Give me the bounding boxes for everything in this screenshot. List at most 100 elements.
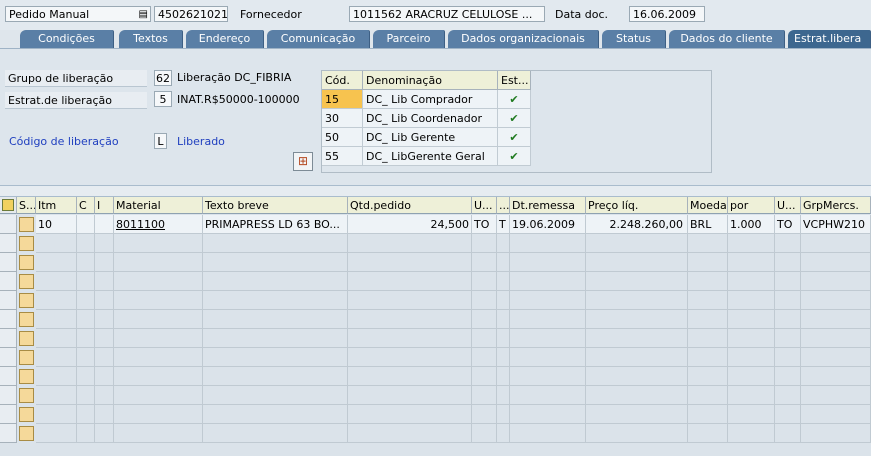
row-checkbox[interactable]: [19, 369, 34, 384]
release-strategy-code[interactable]: 5: [154, 91, 172, 107]
row-checkbox[interactable]: [19, 426, 34, 441]
row-checkbox[interactable]: [19, 312, 34, 327]
empty-cell[interactable]: [348, 348, 472, 367]
empty-cell[interactable]: [348, 424, 472, 443]
empty-cell[interactable]: [114, 424, 203, 443]
empty-cell[interactable]: [203, 310, 348, 329]
empty-cell[interactable]: [95, 386, 114, 405]
empty-cell[interactable]: [775, 253, 801, 272]
empty-cell[interactable]: [586, 234, 688, 253]
empty-cell[interactable]: [728, 310, 775, 329]
status-check-icon[interactable]: ✔: [498, 90, 531, 109]
empty-cell[interactable]: [36, 253, 77, 272]
empty-cell[interactable]: [77, 367, 95, 386]
empty-cell[interactable]: [586, 424, 688, 443]
empty-cell[interactable]: [95, 253, 114, 272]
row-checkbox[interactable]: [19, 388, 34, 403]
row-selector[interactable]: [0, 291, 17, 310]
empty-cell[interactable]: [36, 310, 77, 329]
empty-cell[interactable]: [95, 272, 114, 291]
col-itm-header[interactable]: Itm: [36, 197, 77, 214]
empty-cell[interactable]: [77, 386, 95, 405]
empty-cell[interactable]: [348, 367, 472, 386]
empty-cell[interactable]: [36, 386, 77, 405]
empty-cell[interactable]: [348, 310, 472, 329]
release-code-cell[interactable]: 15: [322, 90, 363, 109]
empty-cell[interactable]: [36, 272, 77, 291]
empty-cell[interactable]: [688, 348, 728, 367]
row-selector[interactable]: [0, 215, 17, 234]
col-texto-breve-header[interactable]: Texto breve: [203, 197, 348, 214]
row-checkbox[interactable]: [19, 217, 34, 232]
tab-endereco[interactable]: Endereço: [186, 30, 264, 48]
empty-cell[interactable]: [472, 272, 497, 291]
empty-cell[interactable]: [497, 405, 510, 424]
empty-cell[interactable]: [728, 234, 775, 253]
empty-cell[interactable]: [472, 348, 497, 367]
col-denominacao-header[interactable]: Denominação: [363, 71, 498, 90]
empty-cell[interactable]: [688, 405, 728, 424]
empty-cell[interactable]: [203, 424, 348, 443]
empty-cell[interactable]: [728, 367, 775, 386]
row-checkbox[interactable]: [19, 331, 34, 346]
empty-cell[interactable]: [77, 272, 95, 291]
empty-cell[interactable]: [801, 424, 871, 443]
empty-cell[interactable]: [472, 367, 497, 386]
supplier-field[interactable]: 1011562 ARACRUZ CELULOSE ...: [349, 6, 545, 22]
doc-number-field[interactable]: 4502621021: [154, 6, 228, 22]
empty-cell[interactable]: [586, 405, 688, 424]
empty-cell[interactable]: [801, 367, 871, 386]
release-code-value[interactable]: L: [154, 133, 167, 149]
col-moeda-header[interactable]: Moeda: [688, 197, 728, 214]
empty-cell[interactable]: [77, 310, 95, 329]
empty-cell[interactable]: [36, 348, 77, 367]
empty-cell[interactable]: [775, 367, 801, 386]
row-selector[interactable]: [0, 405, 17, 424]
empty-cell[interactable]: [728, 253, 775, 272]
empty-cell[interactable]: [775, 424, 801, 443]
empty-cell[interactable]: [586, 310, 688, 329]
empty-cell[interactable]: [36, 405, 77, 424]
empty-cell[interactable]: [472, 253, 497, 272]
empty-cell[interactable]: [688, 253, 728, 272]
empty-cell[interactable]: [775, 405, 801, 424]
empty-cell[interactable]: [510, 253, 586, 272]
empty-cell[interactable]: [203, 386, 348, 405]
empty-cell[interactable]: [114, 310, 203, 329]
status-check-icon[interactable]: ✔: [498, 109, 531, 128]
empty-cell[interactable]: [586, 386, 688, 405]
empty-cell[interactable]: [497, 329, 510, 348]
empty-cell[interactable]: [77, 291, 95, 310]
col-c-header[interactable]: C: [77, 197, 95, 214]
col-un-header[interactable]: U...: [472, 197, 497, 214]
empty-cell[interactable]: [77, 234, 95, 253]
empty-cell[interactable]: [688, 291, 728, 310]
row-selector[interactable]: [0, 424, 17, 443]
col-u2-header[interactable]: U...: [775, 197, 801, 214]
empty-cell[interactable]: [114, 272, 203, 291]
col-t-header[interactable]: ...: [497, 197, 510, 214]
tab-comunicacao[interactable]: Comunicação: [267, 30, 370, 48]
status-check-icon[interactable]: ✔: [498, 128, 531, 147]
empty-cell[interactable]: [728, 348, 775, 367]
empty-cell[interactable]: [510, 348, 586, 367]
empty-cell[interactable]: [77, 424, 95, 443]
empty-cell[interactable]: [348, 386, 472, 405]
row-checkbox[interactable]: [19, 274, 34, 289]
tab-textos[interactable]: Textos: [119, 30, 183, 48]
empty-cell[interactable]: [801, 348, 871, 367]
empty-cell[interactable]: [728, 272, 775, 291]
empty-cell[interactable]: [510, 367, 586, 386]
empty-cell[interactable]: [801, 329, 871, 348]
empty-cell[interactable]: [497, 386, 510, 405]
row-selector[interactable]: [0, 310, 17, 329]
empty-cell[interactable]: [348, 405, 472, 424]
empty-cell[interactable]: [586, 291, 688, 310]
empty-cell[interactable]: [203, 367, 348, 386]
item-c-cell[interactable]: [77, 215, 95, 234]
empty-cell[interactable]: [203, 272, 348, 291]
empty-cell[interactable]: [203, 253, 348, 272]
empty-cell[interactable]: [510, 424, 586, 443]
col-preco-liq-header[interactable]: Preço líq.: [586, 197, 688, 214]
empty-cell[interactable]: [497, 234, 510, 253]
